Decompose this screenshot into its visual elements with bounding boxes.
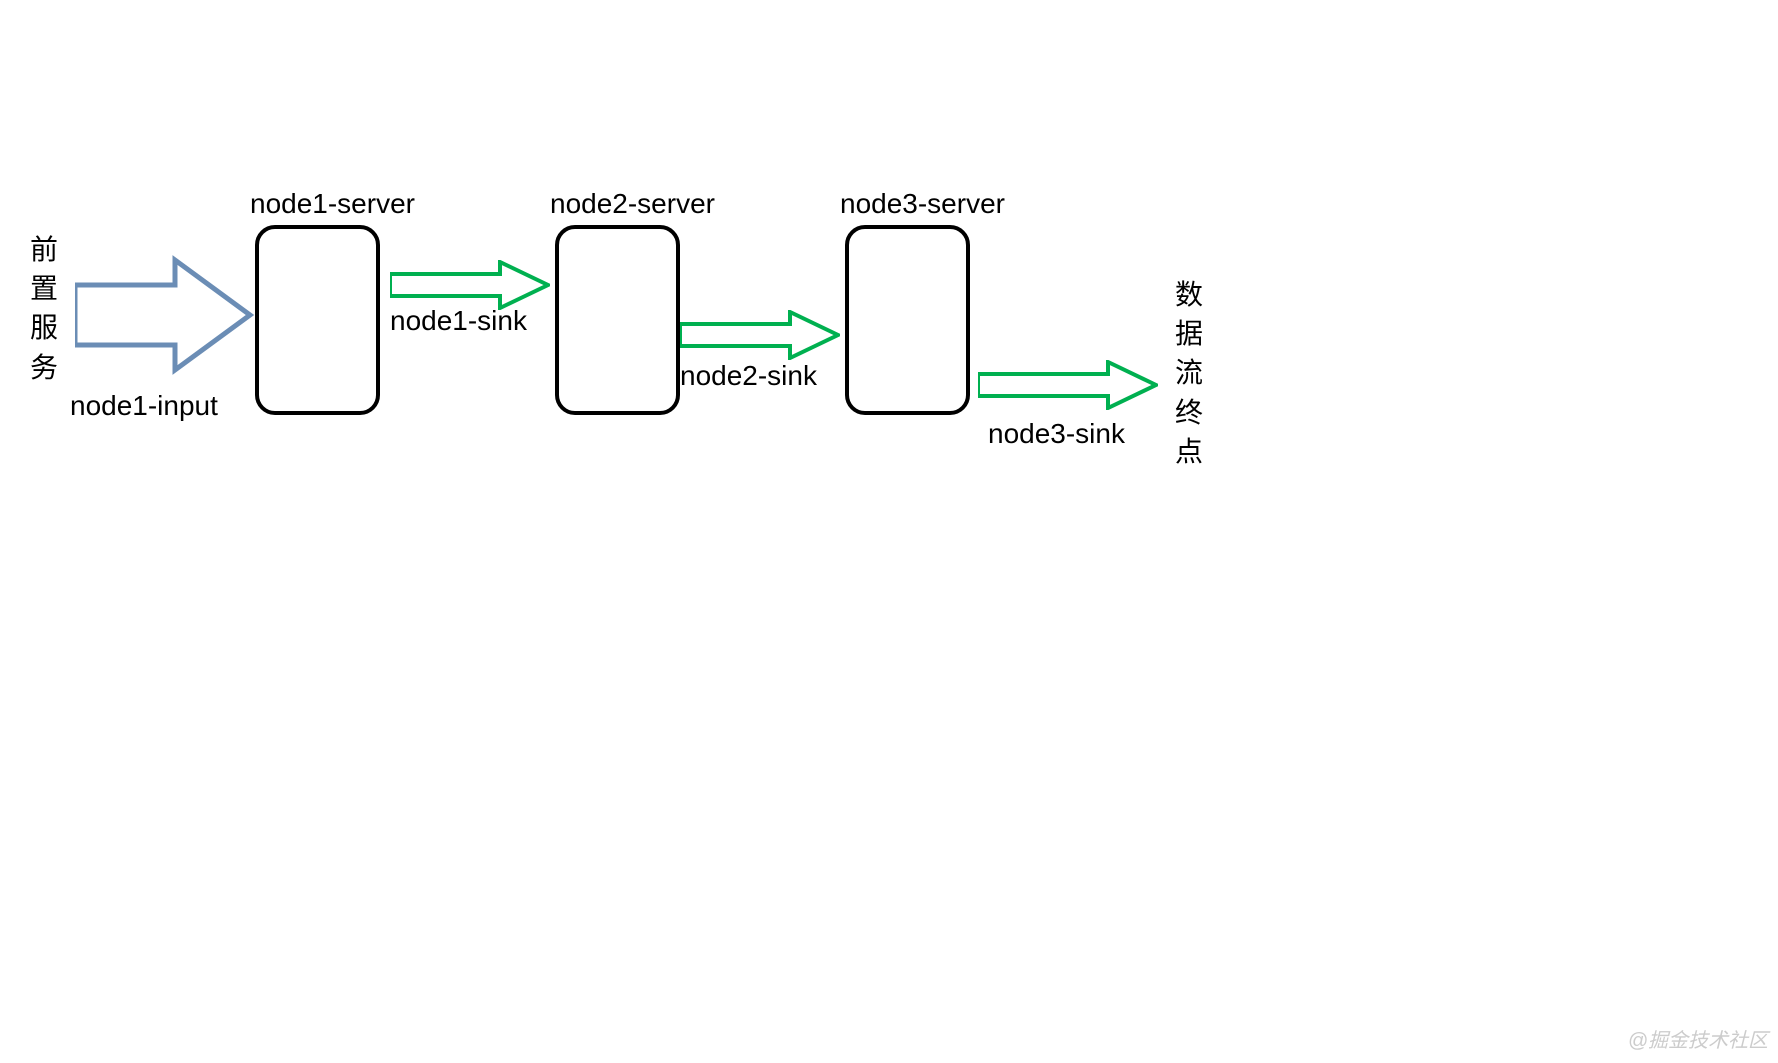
- char: 数: [1175, 275, 1203, 314]
- node2-sink-label: node2-sink: [680, 360, 817, 392]
- node3-sink-label: node3-sink: [988, 418, 1125, 450]
- sink3-arrow-icon: [978, 360, 1158, 410]
- node1-input-label: node1-input: [70, 390, 218, 422]
- char: 流: [1175, 353, 1203, 392]
- sink2-arrow-icon: [680, 310, 840, 360]
- front-service-label: 前 置 服 务: [30, 230, 58, 387]
- sink1-arrow-icon: [390, 260, 550, 310]
- char: 终: [1175, 393, 1203, 432]
- input-arrow-icon: [75, 255, 255, 375]
- watermark-label: @掘金技术社区: [1628, 1024, 1768, 1053]
- diagram-container: 前 置 服 务 数 据 流 终 点 node1-server node2-ser…: [0, 0, 1778, 1063]
- data-flow-endpoint-label: 数 据 流 终 点: [1175, 275, 1203, 471]
- node1-box: [255, 225, 380, 415]
- node3-server-label: node3-server: [840, 188, 1005, 220]
- node1-sink-label: node1-sink: [390, 305, 527, 337]
- char: 务: [30, 348, 58, 387]
- node1-server-label: node1-server: [250, 188, 415, 220]
- char: 服: [30, 308, 58, 347]
- char: 前: [30, 230, 58, 269]
- char: 置: [30, 269, 58, 308]
- node2-server-label: node2-server: [550, 188, 715, 220]
- node2-box: [555, 225, 680, 415]
- node3-box: [845, 225, 970, 415]
- char: 点: [1175, 432, 1203, 471]
- char: 据: [1175, 314, 1203, 353]
